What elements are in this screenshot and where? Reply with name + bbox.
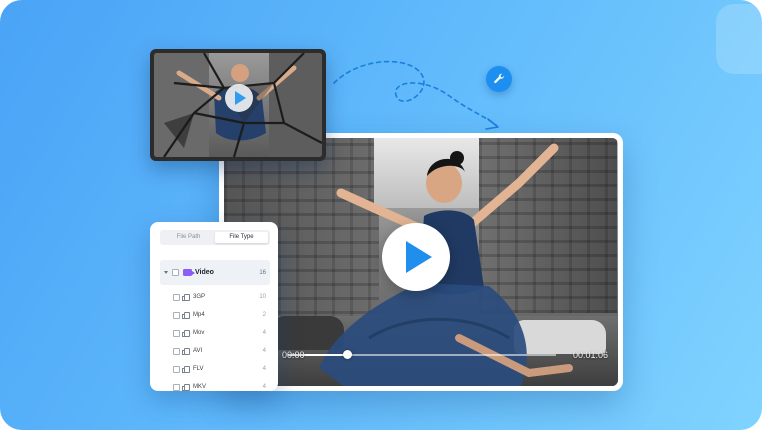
group-checkbox[interactable] [172,269,179,276]
list-item[interactable]: Mov 4 [160,324,270,342]
current-time: 00:00 [282,350,305,360]
list-item[interactable]: Mp4 2 [160,306,270,324]
file-type-label: 3GP [193,294,206,300]
list-item[interactable]: FLV 4 [160,360,270,378]
file-type-count: 4 [262,366,266,372]
video-icon [183,269,195,276]
play-icon [235,91,246,105]
file-icon [182,365,190,373]
play-icon [406,241,432,273]
file-type-label: AVI [193,348,203,354]
seek-bar[interactable] [288,350,556,359]
tab-file-path[interactable]: File Path [162,232,215,243]
total-duration: 00:01:06 [572,350,608,360]
file-type-label: FLV [193,366,204,372]
item-checkbox[interactable] [173,329,180,337]
file-icon [182,329,190,337]
group-count: 16 [259,269,266,276]
corrupted-video-preview [150,49,326,161]
file-type-list: 3GP 10 Mp4 2 Mov 4 AVI 4 FLV 4 MKV 4 [160,288,270,396]
seek-handle[interactable] [342,350,352,359]
file-type-label: MKV [193,384,207,390]
file-type-count: 2 [262,312,266,318]
group-label: Video [195,269,214,276]
file-type-count: 4 [262,348,266,354]
file-type-count: 10 [259,294,266,300]
hero-illustration: 00:00 00:01:06 File Path File Type Video… [0,0,762,430]
list-item[interactable]: AVI 4 [160,342,270,360]
file-type-count: 4 [262,384,266,390]
list-item[interactable]: 3GP 10 [160,288,270,306]
file-icon [182,347,190,355]
file-icon [182,311,190,319]
preview-play-button[interactable] [225,84,253,112]
file-type-count: 4 [262,330,266,336]
decorative-shape [716,4,762,74]
item-checkbox[interactable] [173,311,180,319]
file-type-label: Mov [193,330,205,336]
tab-file-type[interactable]: File Type [215,232,268,243]
dashed-arrow-icon [333,60,499,130]
group-video[interactable]: Video 16 [160,260,270,285]
wrench-icon [486,66,512,92]
item-checkbox[interactable] [173,365,180,373]
video-player: 00:00 00:01:06 [219,133,623,391]
item-checkbox[interactable] [173,383,180,391]
chevron-down-icon[interactable] [164,271,168,274]
item-checkbox[interactable] [173,347,180,355]
file-filter-panel: File Path File Type Video 16 3GP 10 Mp4 … [150,222,278,391]
file-icon [182,383,190,391]
item-checkbox[interactable] [173,293,180,301]
play-button[interactable] [382,223,450,291]
video-frame[interactable]: 00:00 00:01:06 [224,138,618,386]
file-type-label: Mp4 [193,312,205,318]
file-icon [182,293,190,301]
filter-tabs: File Path File Type [160,230,270,245]
list-item[interactable]: MKV 4 [160,378,270,396]
